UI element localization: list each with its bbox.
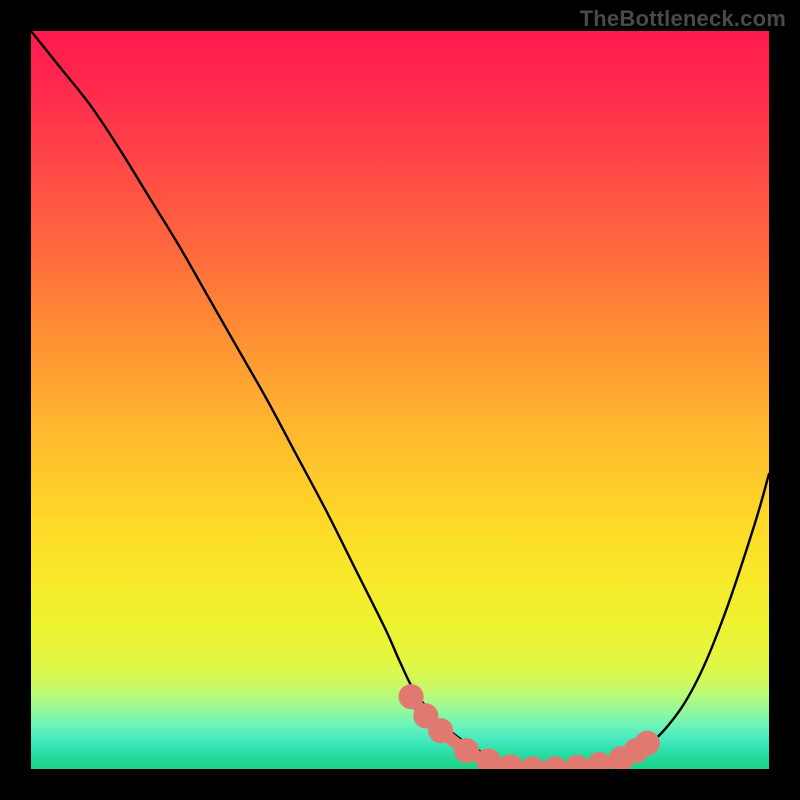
- bottleneck-curve: [31, 31, 769, 769]
- highlight-marker: [498, 754, 523, 769]
- highlight-marker: [542, 756, 567, 769]
- watermark-text: TheBottleneck.com: [580, 6, 786, 32]
- highlight-marker: [565, 755, 590, 769]
- highlight-marker: [520, 756, 545, 769]
- highlight-marker: [635, 731, 660, 756]
- highlight-markers: [399, 684, 660, 769]
- highlight-marker: [454, 738, 479, 763]
- highlight-marker: [587, 752, 612, 769]
- chart-frame: [31, 31, 769, 769]
- chart-overlay: [31, 31, 769, 769]
- highlight-marker: [428, 718, 453, 743]
